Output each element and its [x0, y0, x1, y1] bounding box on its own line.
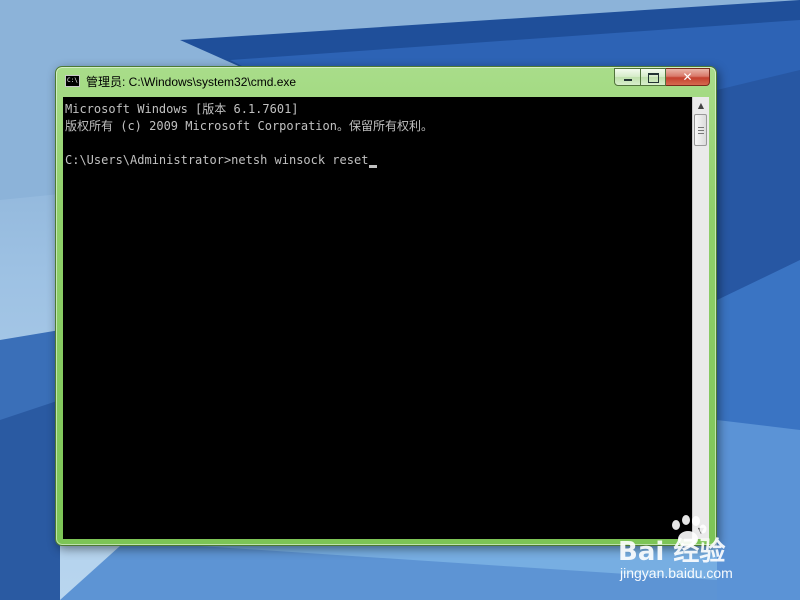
scroll-up-icon[interactable]: ▲ [693, 97, 709, 114]
console-line-version: Microsoft Windows [版本 6.1.7601] [65, 102, 299, 116]
grip-line [698, 133, 704, 134]
caption-buttons: ✕ [614, 68, 710, 88]
maximize-button[interactable] [641, 68, 666, 86]
cmd-window[interactable]: C:\ 管理员: C:\Windows\system32\cmd.exe ✕ M… [55, 66, 717, 546]
console-line-copyright: 版权所有 (c) 2009 Microsoft Corporation。保留所有… [65, 119, 433, 133]
console-output[interactable]: Microsoft Windows [版本 6.1.7601] 版权所有 (c)… [63, 97, 692, 539]
text-cursor [369, 165, 378, 168]
grip-line [698, 127, 704, 128]
console-command: C:\Users\Administrator>netsh winsock res… [65, 153, 369, 167]
close-button[interactable]: ✕ [666, 68, 710, 86]
watermark-brand: Bai 经验 [618, 537, 726, 567]
close-icon: ✕ [682, 70, 693, 84]
watermark-url: jingyan.baidu.com [620, 565, 733, 581]
window-title: 管理员: C:\Windows\system32\cmd.exe [86, 75, 297, 89]
title-bar[interactable]: C:\ 管理员: C:\Windows\system32\cmd.exe ✕ [56, 67, 716, 95]
minimize-button[interactable] [614, 68, 641, 86]
maximize-icon [648, 73, 659, 83]
cmd-icon[interactable]: C:\ [65, 75, 80, 87]
scroll-thumb[interactable] [694, 114, 707, 146]
console-prompt-line[interactable]: C:\Users\Administrator>netsh winsock res… [65, 152, 692, 169]
vertical-scrollbar[interactable]: ▲ ▼ [692, 97, 709, 539]
grip-line [698, 130, 704, 131]
baidu-watermark: Bai 经验 jingyan.baidu.com [610, 515, 790, 595]
minimize-icon [624, 79, 632, 81]
